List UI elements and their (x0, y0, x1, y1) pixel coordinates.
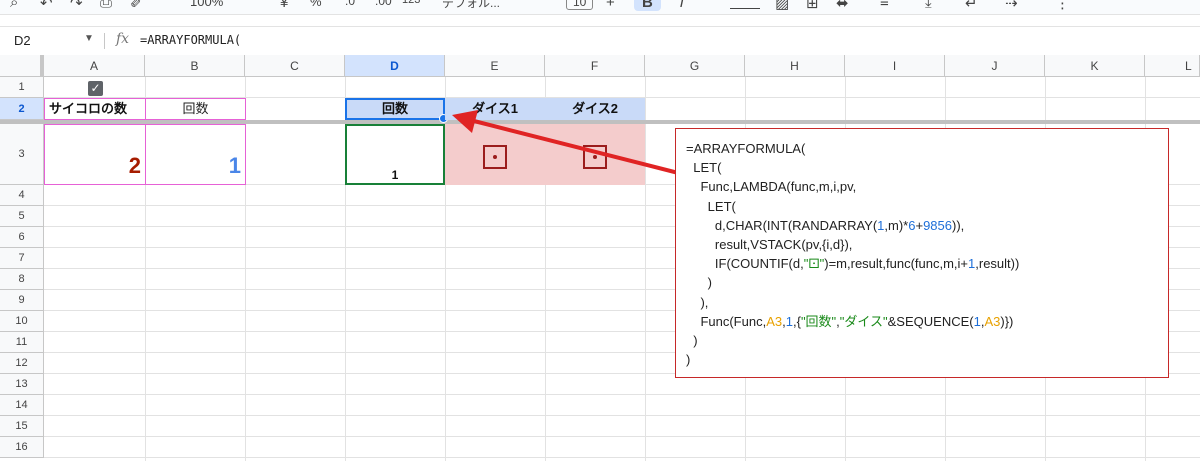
formula-number: 1 (973, 313, 981, 329)
formula-string: "⚀" (803, 256, 825, 272)
formula-line: d,CHAR(INT(RANDARRAY(1,m)*6+9856)), (686, 218, 964, 233)
formula-token: + (915, 217, 924, 233)
formula-line: LET( (686, 160, 722, 176)
formula-line: ), (686, 294, 709, 310)
formula-line: =ARRAYFORMULA( (686, 141, 806, 156)
formula-line: ) (686, 333, 698, 349)
formula-line: IF(COUNTIF(d,"⚀")=m,result,func(func,m,i… (686, 256, 1019, 271)
formula-line: Func,LAMBDA(func,m,i,pv, (686, 179, 857, 195)
formula-line: Func(Func,A3,1,{"回数","ダイス"&SEQUENCE(1,A3… (686, 314, 1013, 329)
formula-token: &SEQUENCE( (887, 313, 974, 329)
arrow-head (452, 110, 478, 133)
formula-token: ,m)* (884, 217, 909, 233)
arrow-shaft (473, 119, 699, 180)
formula-token: d,CHAR(INT(RANDARRAY( (686, 217, 878, 233)
formula-token: )}) (1000, 313, 1014, 329)
formula-token: IF(COUNTIF(d, (686, 256, 804, 272)
formula-ref: A3 (766, 313, 783, 329)
formula-line: LET( (686, 198, 736, 214)
formula-token: ,result)) (975, 256, 1020, 272)
formula-line: result,VSTACK(pv,{i,d}), (686, 237, 853, 253)
formula-token: )), (952, 217, 965, 233)
formula-token: Func(Func, (686, 313, 767, 329)
formula-token: )=m,result,func(func,m,i+ (824, 256, 969, 272)
formula-number: 9856 (923, 217, 952, 233)
formula-string: "ダイス" (839, 313, 888, 329)
formula-number: 1 (785, 313, 793, 329)
formula-string: "回数" (800, 313, 837, 329)
formula-token: ,{ (792, 313, 801, 329)
formula-line: ) (686, 275, 712, 291)
formula-ref: A3 (984, 313, 1001, 329)
formula-annotation-box: =ARRAYFORMULA( LET( Func,LAMBDA(func,m,i… (675, 128, 1169, 378)
formula-line: ) (686, 352, 691, 368)
